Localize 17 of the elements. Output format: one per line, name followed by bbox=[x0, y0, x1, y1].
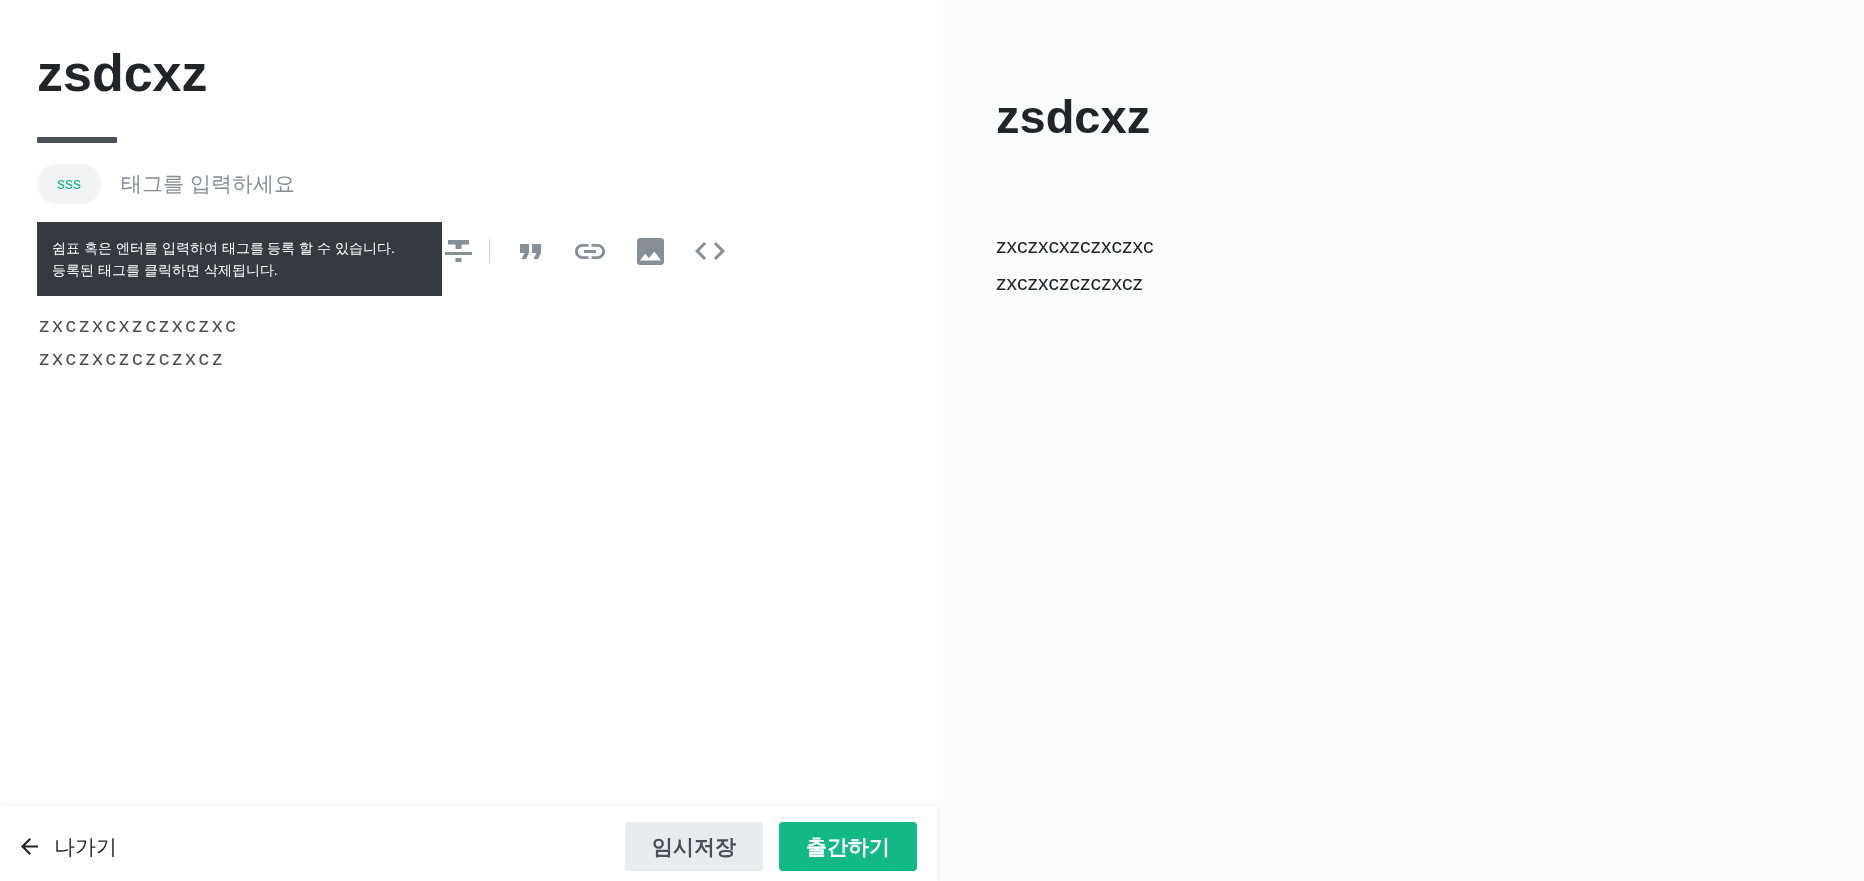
post-title[interactable]: zsdcxz bbox=[37, 42, 208, 104]
editor-text-line: zxczxcxzczxczxc bbox=[38, 312, 239, 338]
tooltip-text: 등록된 태그를 클릭하면 삭제됩니다. bbox=[52, 261, 278, 280]
preview-paragraph: zxczxczczczxcz bbox=[996, 270, 1143, 296]
editor-text-line: zxczxczczczxcz bbox=[38, 345, 226, 371]
preview-paragraph: zxczxcxzczxczxc bbox=[996, 233, 1154, 259]
back-arrow-icon bbox=[21, 838, 38, 855]
save-draft-button[interactable]: 임시저장 bbox=[625, 822, 763, 871]
link-icon[interactable] bbox=[575, 243, 605, 259]
image-icon[interactable] bbox=[636, 237, 664, 265]
tooltip-text: 쉼표 혹은 엔터를 입력하여 태그를 등록 할 수 있습니다. bbox=[52, 239, 395, 258]
quote-icon[interactable] bbox=[519, 243, 541, 259]
strikethrough-icon[interactable] bbox=[444, 239, 472, 263]
tag-input[interactable]: 태그를 입력하세요 bbox=[121, 169, 311, 199]
preview-title: zsdcxz bbox=[996, 89, 1151, 145]
exit-button[interactable]: 나가기 bbox=[16, 825, 122, 868]
code-icon[interactable] bbox=[695, 242, 725, 260]
